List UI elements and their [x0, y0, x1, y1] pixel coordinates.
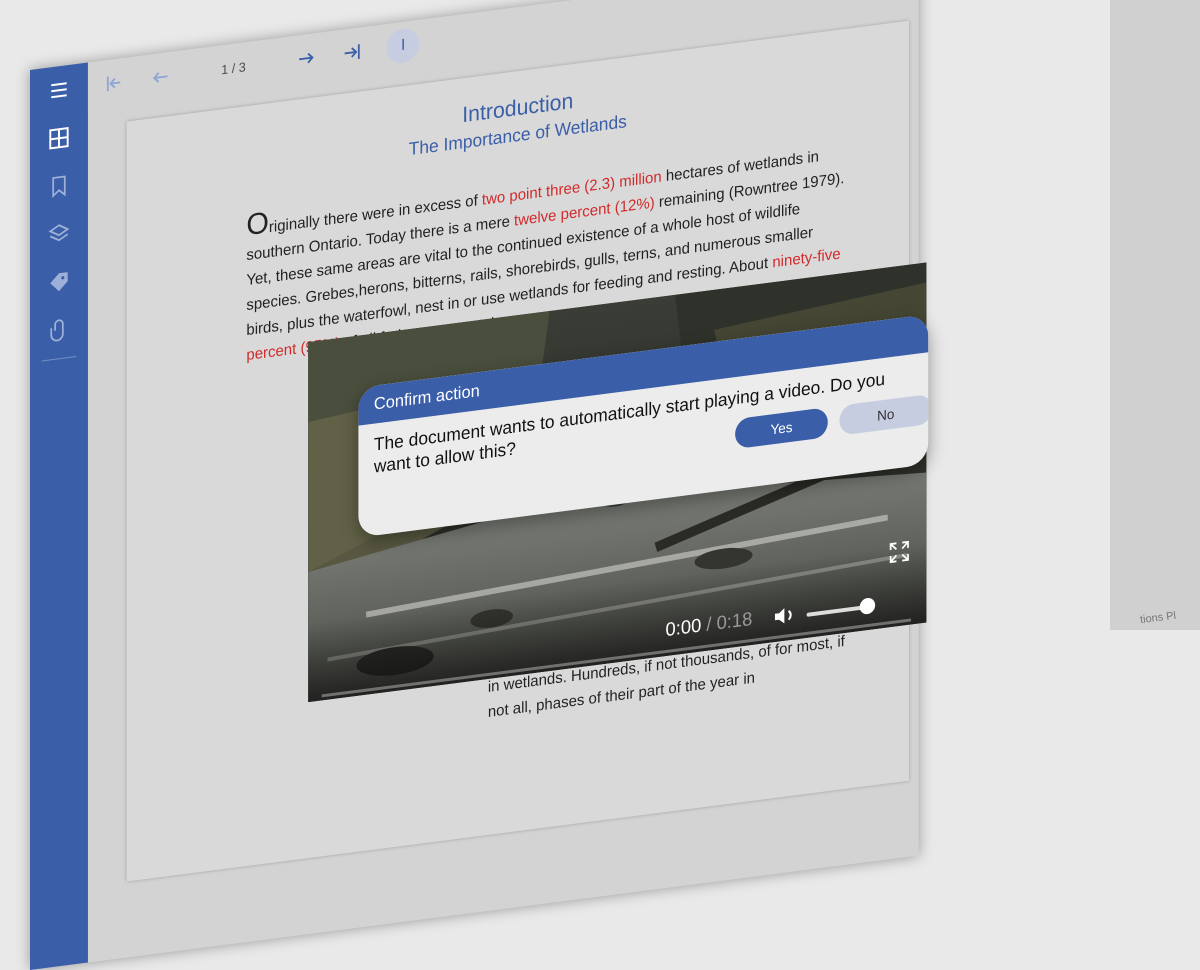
- sidebar-divider: [41, 356, 77, 362]
- layers-button[interactable]: [30, 207, 88, 262]
- volume-knob[interactable]: [859, 597, 876, 616]
- paperclip-icon: [50, 319, 64, 342]
- text-cursor-icon: I: [400, 36, 406, 55]
- document-page: Introduction The Importance of Wetlands …: [126, 20, 929, 882]
- duration: 0:18: [716, 608, 753, 635]
- tag-icon: [50, 272, 68, 292]
- current-time: 0:00: [665, 615, 702, 642]
- thumbnails-button[interactable]: [30, 111, 88, 166]
- first-page-button[interactable]: [101, 69, 126, 98]
- layers-icon: [48, 224, 70, 242]
- page-indicator: 1 / 3: [221, 58, 246, 77]
- first-page-icon: [106, 76, 121, 92]
- last-page-icon: [344, 44, 360, 60]
- menu-button[interactable]: [30, 63, 88, 118]
- time-separator: /: [701, 613, 717, 637]
- volume-icon[interactable]: [772, 601, 797, 630]
- bookmark-icon: [52, 175, 66, 199]
- viewer-scene: 1 / 3 I Introduction The Importance of W…: [30, 0, 1189, 970]
- arrow-left-icon: [152, 72, 168, 83]
- sidebar: [30, 62, 88, 970]
- time-display: 0:00 / 0:18: [666, 609, 753, 642]
- tags-button[interactable]: [30, 255, 88, 310]
- grid-icon: [49, 127, 69, 150]
- dropcap: O: [246, 206, 269, 243]
- arrow-right-icon: [299, 52, 314, 64]
- text-select-button[interactable]: I: [386, 26, 420, 66]
- fullscreen-icon[interactable]: [888, 538, 911, 565]
- next-page-button[interactable]: [294, 44, 319, 73]
- pdf-viewer-window: 1 / 3 I Introduction The Importance of W…: [30, 0, 929, 970]
- attachments-button[interactable]: [30, 303, 88, 358]
- last-page-button[interactable]: [340, 38, 365, 67]
- previous-page-button[interactable]: [148, 63, 173, 92]
- hamburger-icon: [51, 82, 67, 99]
- bookmarks-button[interactable]: [30, 159, 88, 214]
